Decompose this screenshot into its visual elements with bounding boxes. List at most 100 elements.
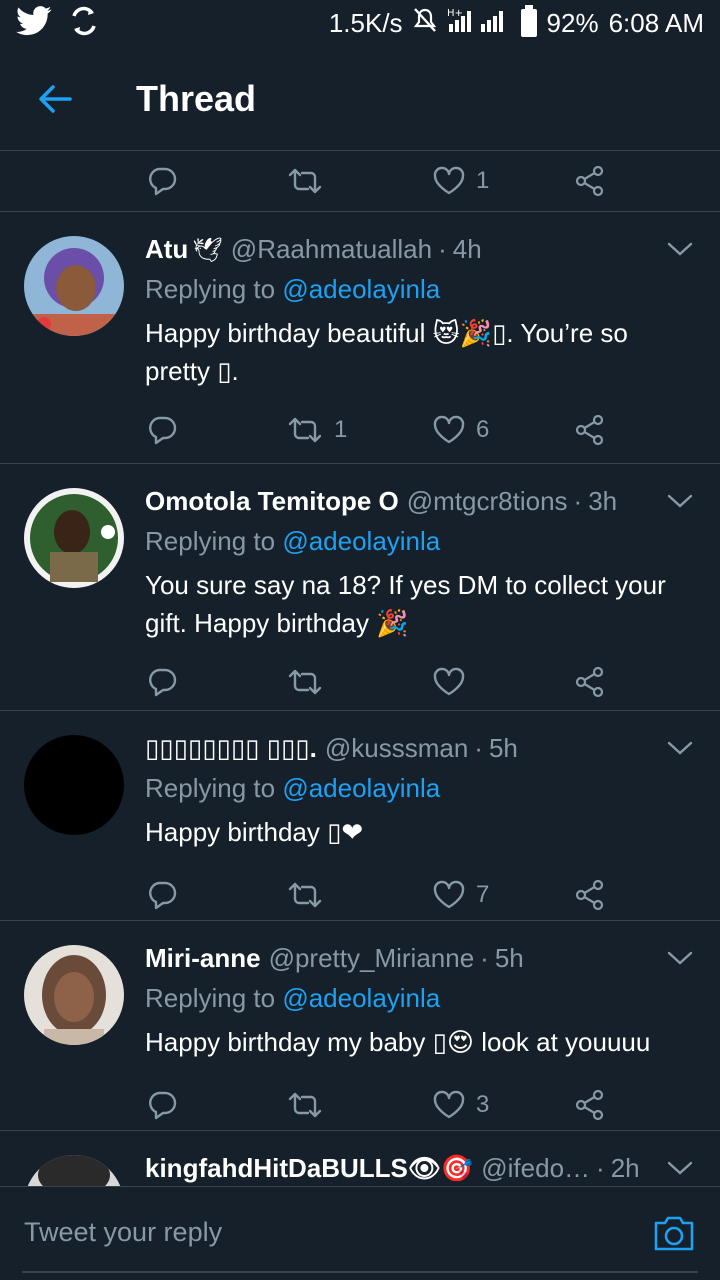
- avatar[interactable]: [24, 488, 124, 588]
- mention-link[interactable]: @adeolayinla: [282, 274, 440, 304]
- reply-icon: [149, 668, 177, 697]
- action-row: 7: [0, 865, 720, 925]
- display-name[interactable]: Omotola Temitope O: [145, 486, 399, 517]
- display-name[interactable]: ▯▯▯▯▯▯▯▯ ▯▯▯.: [145, 733, 317, 764]
- reply-button[interactable]: [146, 400, 178, 460]
- retweet-button[interactable]: [286, 1075, 324, 1135]
- chevron-down-icon: [667, 1161, 693, 1175]
- action-row: 1 6: [0, 400, 720, 460]
- reply-button[interactable]: [146, 1075, 178, 1135]
- tweet-menu-button[interactable]: [666, 240, 694, 263]
- share-button[interactable]: [574, 865, 606, 925]
- heart-icon: [433, 1090, 465, 1119]
- avatar[interactable]: [24, 236, 124, 336]
- tweet-text: Happy birthday my baby ▯😍 look at youuuu: [145, 1027, 651, 1057]
- display-name[interactable]: Atu: [145, 234, 188, 265]
- reply-button[interactable]: [146, 151, 178, 211]
- network-type: H+: [447, 8, 463, 19]
- like-button[interactable]: 1: [432, 151, 489, 211]
- like-count: 6: [476, 416, 490, 443]
- heart-icon: [433, 166, 465, 195]
- tweet[interactable]: Omotola Temitope O @mtgcr8tions · 3h Rep…: [0, 464, 720, 711]
- reply-icon: [149, 1091, 177, 1120]
- tweet-time: 3h: [588, 486, 618, 516]
- mention-link[interactable]: @adeolayinla: [282, 773, 440, 803]
- user-handle: @ifedo…: [481, 1153, 591, 1183]
- tweet-menu-button[interactable]: [666, 949, 694, 972]
- like-button[interactable]: [432, 652, 466, 712]
- tweet-menu-button[interactable]: [666, 492, 694, 515]
- tweet-text: Happy birthday beautiful 😻🎉▯. You’re so …: [145, 318, 628, 386]
- retweet-button[interactable]: [286, 151, 324, 211]
- page-title: Thread: [136, 78, 257, 119]
- like-button[interactable]: 3: [432, 1075, 489, 1135]
- action-row: 3: [0, 1075, 720, 1135]
- retweet-button[interactable]: [286, 865, 324, 925]
- avatar[interactable]: [24, 1155, 124, 1186]
- share-icon: [575, 165, 604, 197]
- mute-icon: [413, 7, 437, 40]
- twitter-bird-icon: [16, 5, 52, 41]
- tweet-time: 2h: [610, 1153, 640, 1183]
- chevron-down-icon: [667, 951, 693, 965]
- replying-to: Replying to @adeolayinla: [145, 983, 441, 1013]
- mention-link[interactable]: @adeolayinla: [282, 526, 440, 556]
- user-handle: @mtgcr8tions: [406, 486, 568, 516]
- replying-to: Replying to @adeolayinla: [145, 274, 441, 304]
- tweet-time: 4h: [452, 234, 482, 264]
- replying-to: Replying to @adeolayinla: [145, 773, 441, 803]
- display-name[interactable]: Miri-anne: [145, 943, 261, 974]
- input-underline: [22, 1271, 698, 1273]
- avatar[interactable]: [24, 735, 124, 835]
- user-handle: @Raahmatuallah: [230, 234, 433, 264]
- tweet[interactable]: kingfahdHitDaBULLS👁🎯 @ifedo… · 2h: [0, 1131, 720, 1186]
- reply-input[interactable]: Tweet your reply: [24, 1217, 222, 1248]
- battery-level: 92%: [546, 7, 599, 38]
- signal-icon: H+: [447, 6, 511, 41]
- like-button[interactable]: 7: [432, 865, 489, 925]
- retweet-button[interactable]: [286, 652, 324, 712]
- reply-button[interactable]: [146, 865, 178, 925]
- retweet-icon: [288, 882, 322, 908]
- action-row: 1: [0, 151, 720, 212]
- replying-to: Replying to @adeolayinla: [145, 526, 441, 556]
- like-count: 7: [476, 881, 490, 908]
- tweet[interactable]: Miri-anne @pretty_Mirianne · 5h Replying…: [0, 921, 720, 1131]
- action-row: [0, 652, 720, 712]
- share-button[interactable]: [574, 652, 606, 712]
- battery-icon: [520, 5, 537, 37]
- reply-icon: [149, 167, 177, 196]
- reply-button[interactable]: [146, 652, 178, 712]
- like-button[interactable]: 6: [432, 400, 489, 460]
- user-handle: @pretty_Mirianne: [268, 943, 475, 973]
- tweet[interactable]: ▯▯▯▯▯▯▯▯ ▯▯▯. @kusssman · 5h Replying to…: [0, 711, 720, 921]
- tweet-text: Happy birthday ▯❤: [145, 817, 364, 847]
- share-button[interactable]: [574, 1075, 606, 1135]
- reply-icon: [149, 881, 177, 910]
- tweet-menu-button[interactable]: [666, 739, 694, 762]
- mention-link[interactable]: @adeolayinla: [282, 983, 440, 1013]
- back-button[interactable]: [0, 46, 110, 152]
- tweet[interactable]: Atu 🕊 @Raahmatuallah · 4h Replying to @a…: [0, 212, 720, 464]
- retweet-button[interactable]: 1: [286, 400, 347, 460]
- sync-icon: [68, 6, 100, 41]
- clock: 6:08 AM: [608, 7, 704, 38]
- thread-feed[interactable]: 1 Atu 🕊 @Raahmatuallah · 4h Replying to …: [0, 150, 720, 1186]
- chevron-down-icon: [667, 242, 693, 256]
- tweet-time: 5h: [488, 733, 518, 763]
- share-button[interactable]: [574, 151, 606, 211]
- avatar[interactable]: [24, 945, 124, 1045]
- chevron-down-icon: [667, 741, 693, 755]
- tweet-text: You sure say na 18? If yes DM to collect…: [145, 570, 666, 638]
- app-bar: Thread: [0, 46, 720, 152]
- retweet-count: 1: [334, 416, 348, 443]
- retweet-icon: [288, 417, 322, 443]
- status-bar: 1.5K/s H+ 92% 6:08 AM: [0, 0, 720, 46]
- retweet-icon: [288, 168, 322, 194]
- share-button[interactable]: [574, 400, 606, 460]
- heart-icon: [433, 415, 465, 444]
- display-name[interactable]: kingfahdHitDaBULLS👁🎯: [145, 1153, 473, 1184]
- camera-button[interactable]: [652, 1213, 696, 1253]
- tweet-menu-button[interactable]: [666, 1159, 694, 1182]
- chevron-down-icon: [667, 494, 693, 508]
